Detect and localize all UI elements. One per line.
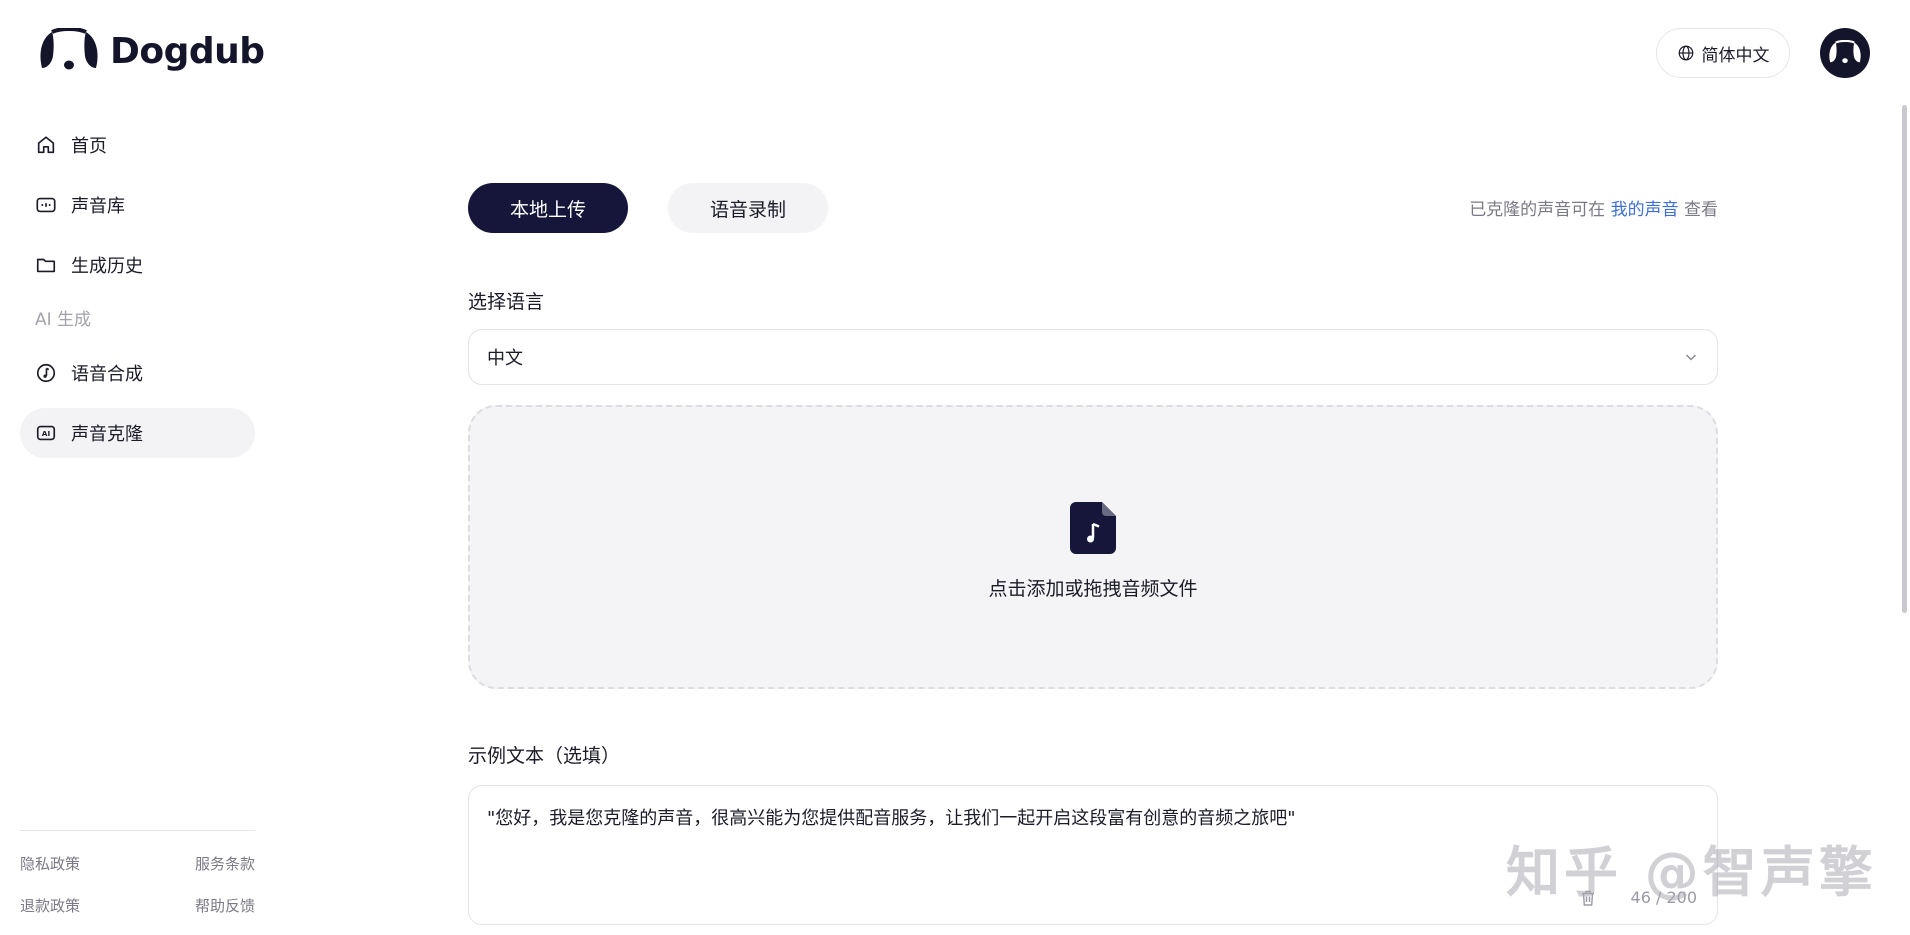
sidebar-item-voice-library[interactable]: 声音库 (20, 180, 255, 230)
app-name: Dogdub (110, 30, 265, 72)
refund-link[interactable]: 退款政策 (20, 895, 80, 916)
hint-prefix: 已克隆的声音可在 (1469, 200, 1611, 220)
globe-icon (1678, 45, 1693, 61)
sidebar-item-label: 首页 (71, 136, 107, 157)
my-voices-link[interactable]: 我的声音 (1611, 200, 1679, 220)
sidebar-item-label: 声音克隆 (71, 424, 143, 445)
audio-file-icon (1070, 501, 1116, 554)
sample-text-value: "您好，我是您克隆的声音，很高兴能为您提供配音服务，让我们一起开启这段富有创意的… (487, 808, 1296, 829)
chevron-down-icon (1685, 354, 1697, 361)
language-switcher[interactable]: 简体中文 (1656, 28, 1790, 78)
language-select[interactable]: 中文 (468, 329, 1718, 385)
sidebar: Dogdub 首页 声音库 生成历史 AI 生成 语音合成 AI 声音克隆 隐私… (0, 0, 270, 935)
folder-icon (36, 258, 56, 273)
sidebar-item-history[interactable]: 生成历史 (20, 240, 255, 290)
app-logo[interactable]: Dogdub (38, 28, 265, 74)
ai-icon: AI (36, 425, 56, 441)
tab-voice-record[interactable]: 语音录制 (668, 183, 828, 233)
music-note-icon (36, 363, 56, 383)
feedback-link[interactable]: 帮助反馈 (195, 895, 255, 916)
dog-avatar-icon (1829, 40, 1861, 64)
language-select-label: 选择语言 (468, 291, 545, 313)
dropzone-text: 点击添加或拖拽音频文件 (988, 577, 1198, 600)
sidebar-item-home[interactable]: 首页 (20, 120, 255, 170)
voice-clone-panel: 本地上传 语音录制 已克隆的声音可在 我的声音 查看 选择语言 中文 点击添加或… (468, 183, 1718, 925)
cloned-voice-hint: 已克隆的声音可在 我的声音 查看 (1469, 195, 1718, 220)
sidebar-item-label: 语音合成 (71, 364, 143, 385)
sidebar-footer: 隐私政策 服务条款 退款政策 帮助反馈 (20, 830, 255, 916)
page-scrollbar[interactable] (1902, 105, 1907, 613)
hint-suffix: 查看 (1678, 200, 1718, 220)
terms-link[interactable]: 服务条款 (195, 853, 255, 874)
sidebar-section-ai: AI 生成 (35, 310, 92, 330)
sample-text-label: 示例文本（选填） (468, 745, 621, 767)
audio-dropzone[interactable]: 点击添加或拖拽音频文件 (468, 405, 1718, 689)
sidebar-item-label: 生成历史 (71, 256, 143, 277)
privacy-link[interactable]: 隐私政策 (20, 853, 80, 874)
language-label: 简体中文 (1701, 45, 1770, 66)
svg-text:AI: AI (42, 429, 51, 438)
voice-library-icon (36, 197, 56, 213)
watermark: 知乎 @智声擎 (1506, 841, 1877, 904)
sidebar-item-label: 声音库 (71, 196, 125, 217)
dog-logo-icon (40, 28, 98, 70)
user-avatar[interactable] (1820, 28, 1870, 78)
sidebar-nav: 首页 声音库 生成历史 AI 生成 语音合成 AI 声音克隆 (20, 120, 255, 468)
language-select-value: 中文 (487, 348, 523, 369)
sidebar-item-speech-synthesis[interactable]: 语音合成 (20, 348, 255, 398)
tab-local-upload[interactable]: 本地上传 (468, 183, 628, 233)
sidebar-item-voice-clone[interactable]: AI 声音克隆 (20, 408, 255, 458)
home-icon (37, 136, 55, 154)
